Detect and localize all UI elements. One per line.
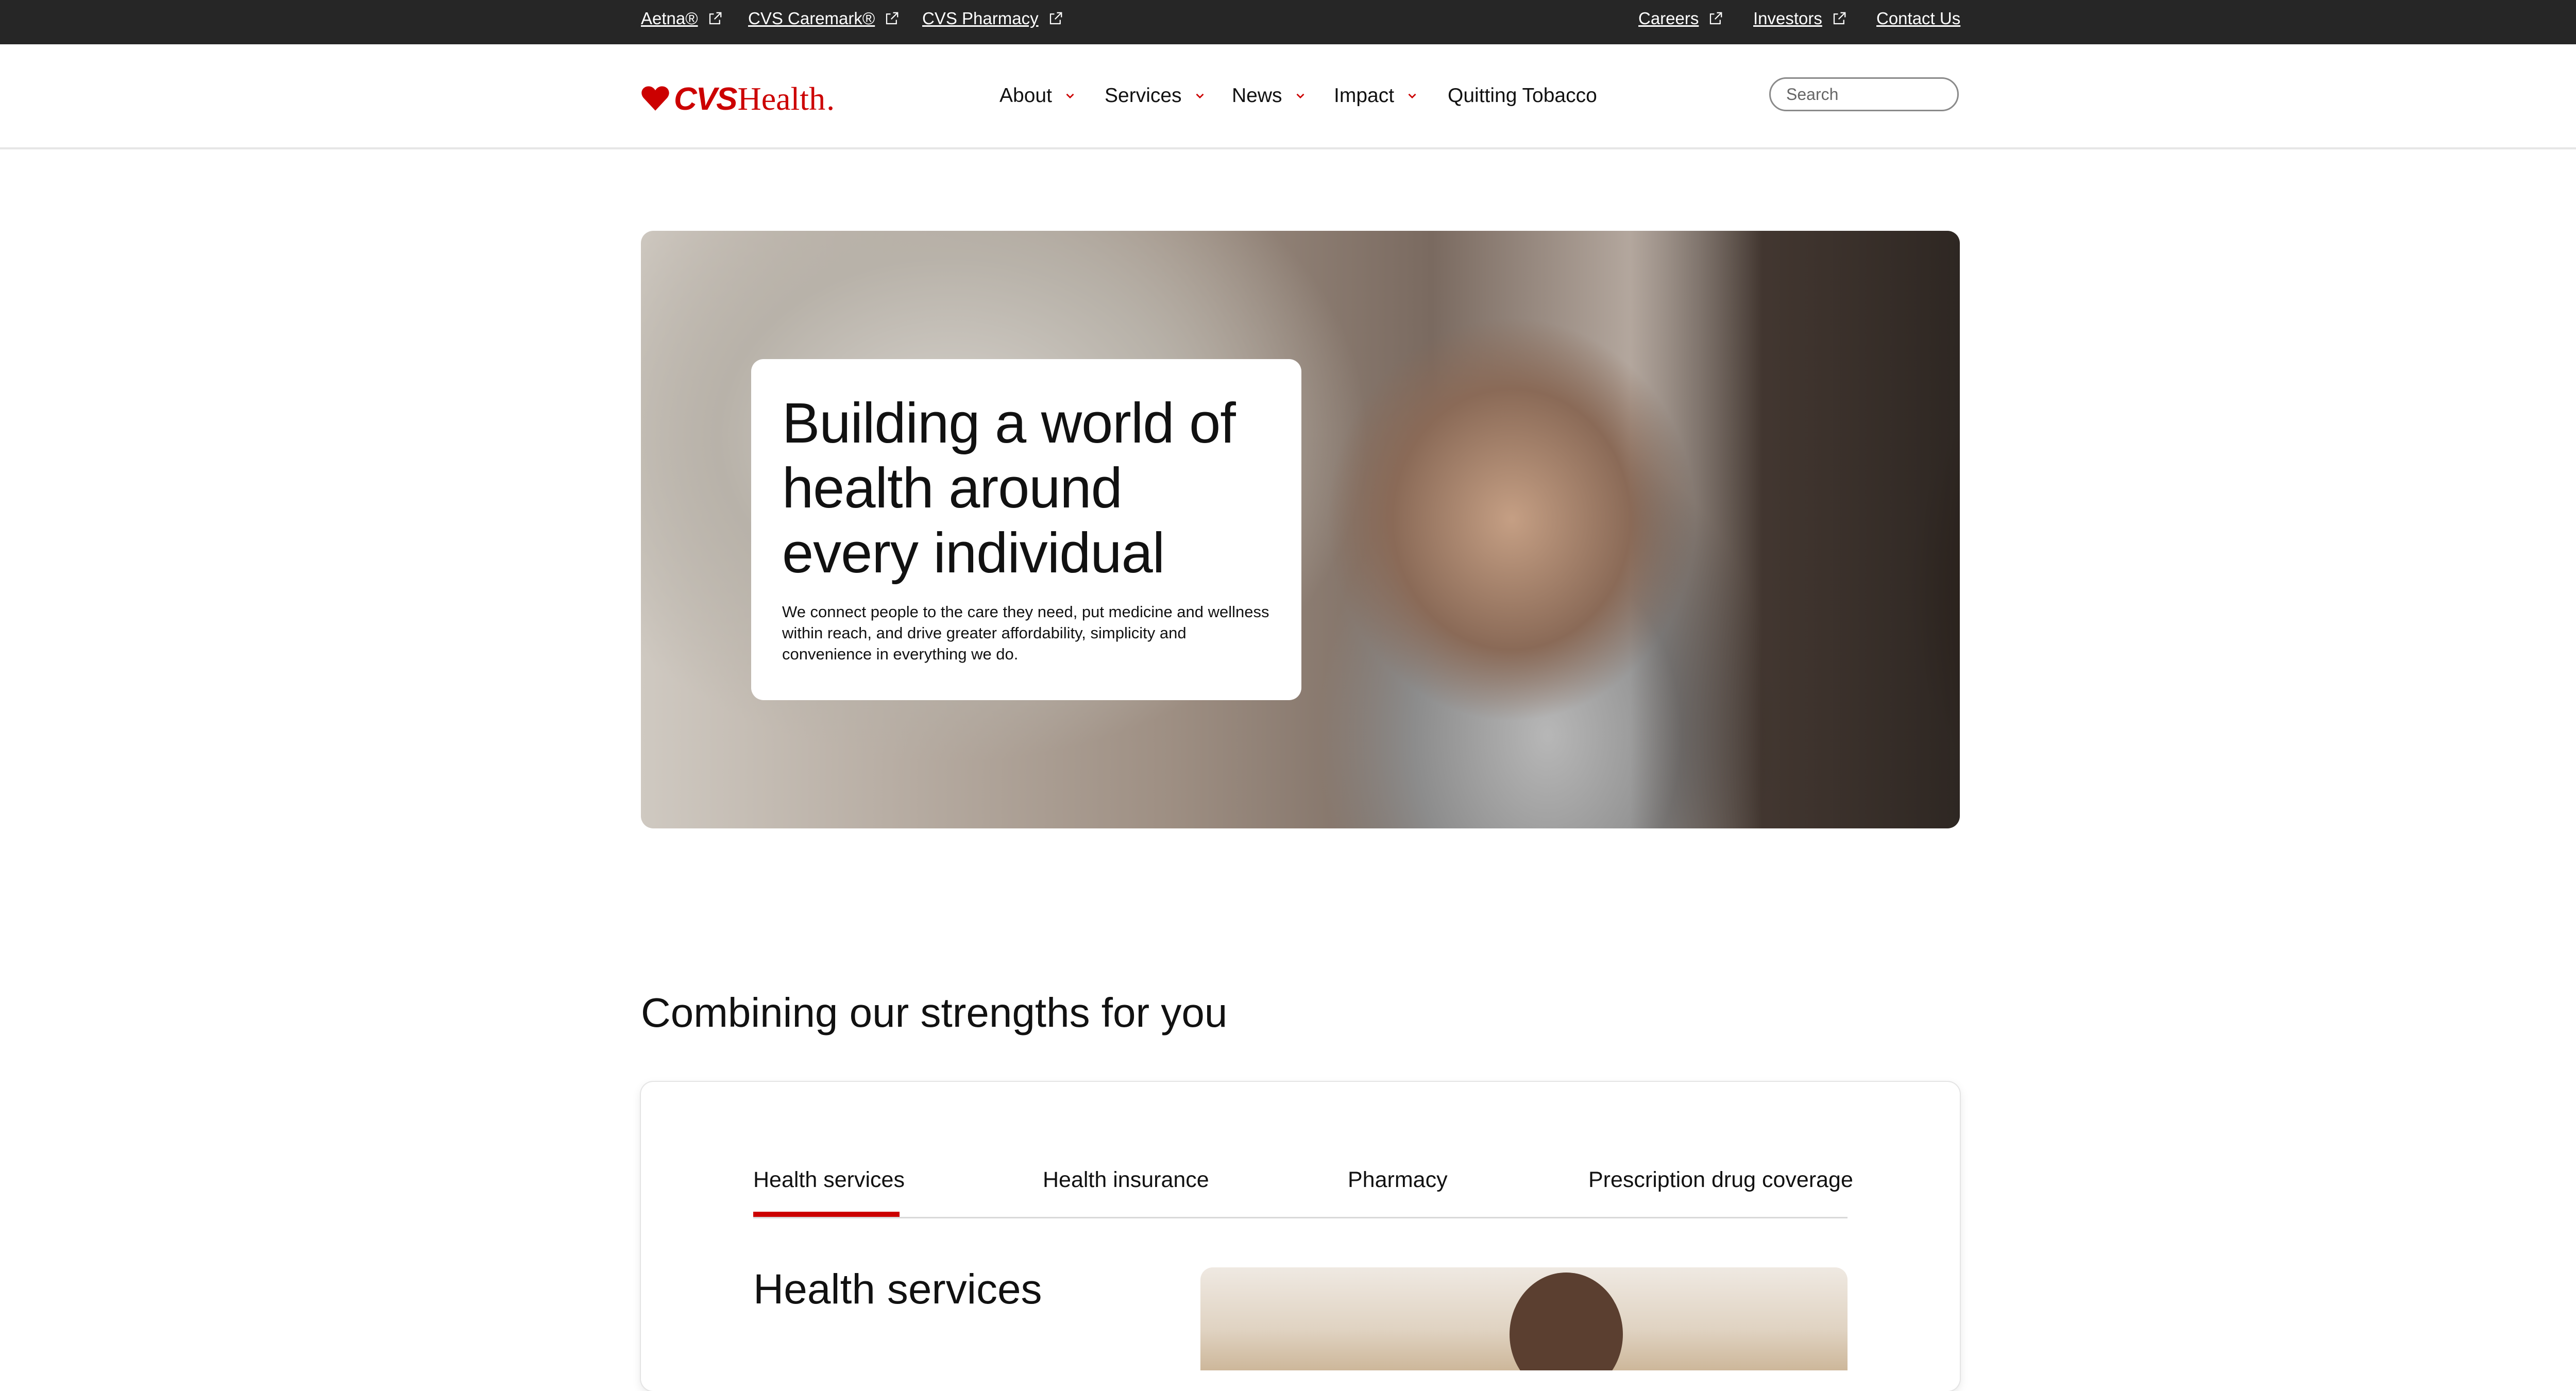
careers-link[interactable]: Careers (1638, 7, 1723, 30)
external-link-icon (1048, 11, 1063, 26)
nav-services[interactable]: Services (1105, 80, 1207, 111)
utility-bar: Aetna® CVS Caremark® CVS Pharmacy Career… (0, 0, 2576, 44)
logo-text-cvs: CVS (674, 81, 737, 117)
cvs-caremark-link-label: CVS Caremark® (748, 9, 875, 28)
active-tab-indicator (753, 1212, 900, 1217)
nav-news-label: News (1232, 84, 1282, 107)
nav-quitting-tobacco[interactable]: Quitting Tobacco (1448, 80, 1597, 111)
careers-link-label: Careers (1638, 9, 1699, 28)
cvs-caremark-link[interactable]: CVS Caremark® (748, 7, 900, 30)
tabs-divider (753, 1217, 1848, 1218)
nav-about-label: About (999, 84, 1052, 107)
nav-services-label: Services (1105, 84, 1182, 107)
contact-us-link-label: Contact Us (1876, 9, 1961, 28)
external-link-icon (707, 11, 723, 26)
nav-impact[interactable]: Impact (1334, 80, 1419, 111)
nav-quitting-tobacco-label: Quitting Tobacco (1448, 84, 1597, 107)
cvs-health-logo[interactable]: CVS Health . (641, 78, 835, 120)
investors-link[interactable]: Investors (1753, 7, 1847, 30)
external-link-icon (884, 11, 900, 26)
tab-pharmacy[interactable]: Pharmacy (1348, 1165, 1448, 1194)
image-figure (1510, 1273, 1623, 1370)
chevron-down-icon (1066, 93, 1074, 99)
investors-link-label: Investors (1753, 9, 1822, 28)
nav-news[interactable]: News (1232, 80, 1307, 111)
section-title: Combining our strengths for you (641, 990, 1228, 1036)
external-link-icon (1708, 11, 1723, 26)
chevron-down-icon (1196, 93, 1204, 99)
hero-image-shading (1630, 231, 1960, 828)
tab-content-title: Health services (753, 1266, 1042, 1313)
tab-health-services[interactable]: Health services (753, 1165, 905, 1194)
tab-health-insurance[interactable]: Health insurance (1043, 1165, 1209, 1194)
aetna-link-label: Aetna® (641, 9, 698, 28)
logo-text-health: Health (737, 80, 826, 117)
tab-prescription-drug-coverage[interactable]: Prescription drug coverage (1588, 1165, 1853, 1194)
hero-card: Building a world of health around every … (751, 359, 1301, 700)
site-header: CVS Health . About Services News Impact … (0, 44, 2576, 149)
logo-text-suffix: . (826, 80, 835, 117)
chevron-down-icon (1408, 93, 1416, 99)
nav-impact-label: Impact (1334, 84, 1395, 107)
nav-about[interactable]: About (999, 80, 1077, 111)
heart-icon (641, 86, 669, 111)
search-box (1769, 77, 2004, 111)
hero-description: We connect people to the care they need,… (782, 603, 1269, 663)
cvs-pharmacy-link-label: CVS Pharmacy (922, 9, 1039, 28)
tab-content-image (1200, 1267, 1848, 1370)
aetna-link[interactable]: Aetna® (641, 7, 723, 30)
search-input[interactable] (1785, 84, 2004, 105)
chevron-down-icon (1296, 93, 1304, 99)
cvs-pharmacy-link[interactable]: CVS Pharmacy (922, 7, 1063, 30)
hero-title: Building a world of health around every … (782, 392, 1236, 585)
external-link-icon (1832, 11, 1847, 26)
contact-us-link[interactable]: Contact Us (1876, 7, 1960, 30)
